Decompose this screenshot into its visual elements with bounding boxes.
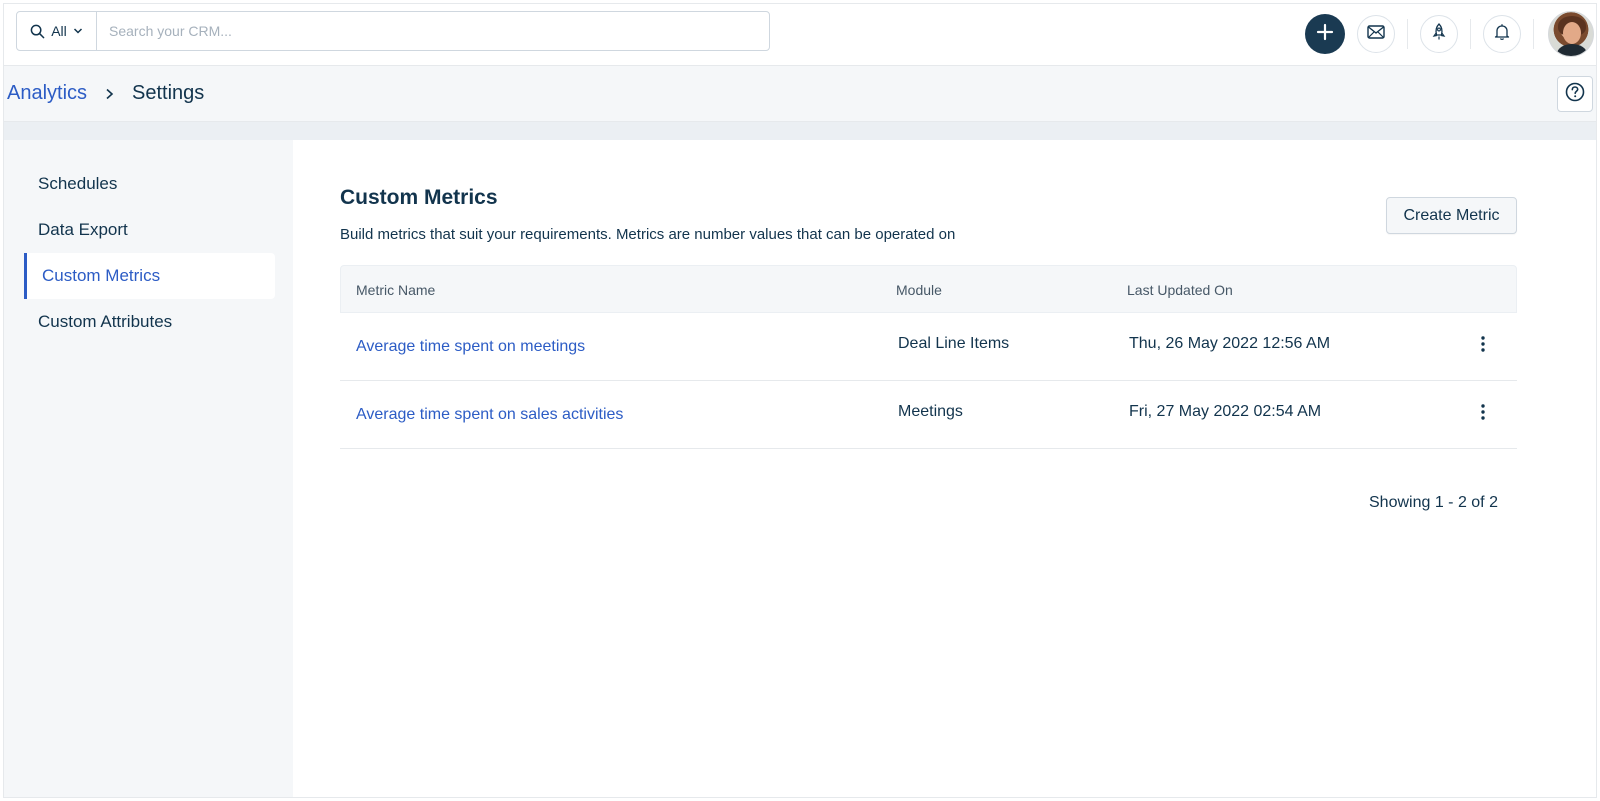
pagination-summary: Showing 1 - 2 of 2 xyxy=(1369,494,1498,511)
search-scope-label: All xyxy=(51,23,67,39)
sidebar-item-label: Schedules xyxy=(38,174,118,193)
row-actions-button[interactable] xyxy=(1471,331,1495,361)
create-metric-button[interactable]: Create Metric xyxy=(1386,197,1517,234)
rocket-icon xyxy=(1431,22,1447,46)
sidebar-item-schedules[interactable]: Schedules xyxy=(24,161,275,207)
sidebar-item-label: Custom Attributes xyxy=(38,312,173,331)
top-actions xyxy=(1305,4,1596,64)
divider xyxy=(1533,19,1534,49)
sidebar-item-label: Data Export xyxy=(38,220,128,239)
sidebar-item-custom-metrics[interactable]: Custom Metrics xyxy=(24,253,275,299)
metric-name-link[interactable]: Average time spent on meetings xyxy=(356,338,585,356)
avatar-body xyxy=(1557,44,1587,56)
divider xyxy=(1407,19,1408,49)
search-icon xyxy=(30,24,45,39)
table-row: Average time spent on meetings Deal Line… xyxy=(340,313,1517,381)
app-window: All Search your CRM... Analytics Setting… xyxy=(3,3,1597,798)
add-button[interactable] xyxy=(1305,14,1345,54)
row-actions-button[interactable] xyxy=(1471,399,1495,429)
column-header-last-updated: Last Updated On xyxy=(1127,282,1233,298)
chevron-right-icon xyxy=(105,88,114,100)
sidebar-item-label: Custom Metrics xyxy=(42,266,161,285)
breadcrumb: Analytics Settings xyxy=(4,66,1596,122)
notifications-button[interactable] xyxy=(1483,15,1521,53)
top-bar: All xyxy=(4,4,1596,66)
metric-module: Meetings xyxy=(898,403,963,420)
chevron-down-icon xyxy=(73,26,83,36)
section-title: Custom Metrics xyxy=(340,186,498,209)
column-header-metric-name: Metric Name xyxy=(356,282,436,298)
more-vertical-icon xyxy=(1481,403,1485,425)
rocket-button[interactable] xyxy=(1420,15,1458,53)
help-icon xyxy=(1565,82,1585,107)
table-row: Average time spent on sales activities M… xyxy=(340,381,1517,449)
help-button[interactable] xyxy=(1557,76,1593,112)
main-content: Custom Metrics Build metrics that suit y… xyxy=(293,140,1596,797)
avatar[interactable] xyxy=(1548,11,1594,57)
avatar-face xyxy=(1563,22,1581,44)
metric-module: Deal Line Items xyxy=(898,335,1010,352)
sidebar-item-custom-attributes[interactable]: Custom Attributes xyxy=(24,299,275,345)
global-search: All xyxy=(16,11,770,51)
header-spacer xyxy=(4,122,1596,140)
search-input[interactable] xyxy=(97,12,769,50)
section-subtitle: Build metrics that suit your requirement… xyxy=(340,226,956,243)
plus-icon xyxy=(1316,23,1334,46)
page-title: Settings xyxy=(132,82,205,104)
metric-name-link[interactable]: Average time spent on sales activities xyxy=(356,406,623,424)
metric-updated: Thu, 26 May 2022 12:56 AM xyxy=(1129,335,1331,352)
search-scope-dropdown[interactable]: All xyxy=(17,12,97,50)
metric-updated: Fri, 27 May 2022 02:54 AM xyxy=(1129,403,1322,420)
metrics-table: Metric Name Module Last Updated On Avera… xyxy=(340,265,1517,449)
bell-icon xyxy=(1494,23,1510,46)
sidebar-item-data-export[interactable]: Data Export xyxy=(24,207,275,253)
mail-button[interactable] xyxy=(1357,15,1395,53)
mail-icon xyxy=(1367,24,1385,44)
divider xyxy=(1470,19,1471,49)
settings-sidebar: Schedules Data Export Custom Metrics Cus… xyxy=(4,140,293,797)
breadcrumb-analytics-link[interactable]: Analytics xyxy=(7,82,87,105)
more-vertical-icon xyxy=(1481,335,1485,357)
table-header: Metric Name Module Last Updated On xyxy=(340,265,1517,313)
column-header-module: Module xyxy=(896,282,942,298)
